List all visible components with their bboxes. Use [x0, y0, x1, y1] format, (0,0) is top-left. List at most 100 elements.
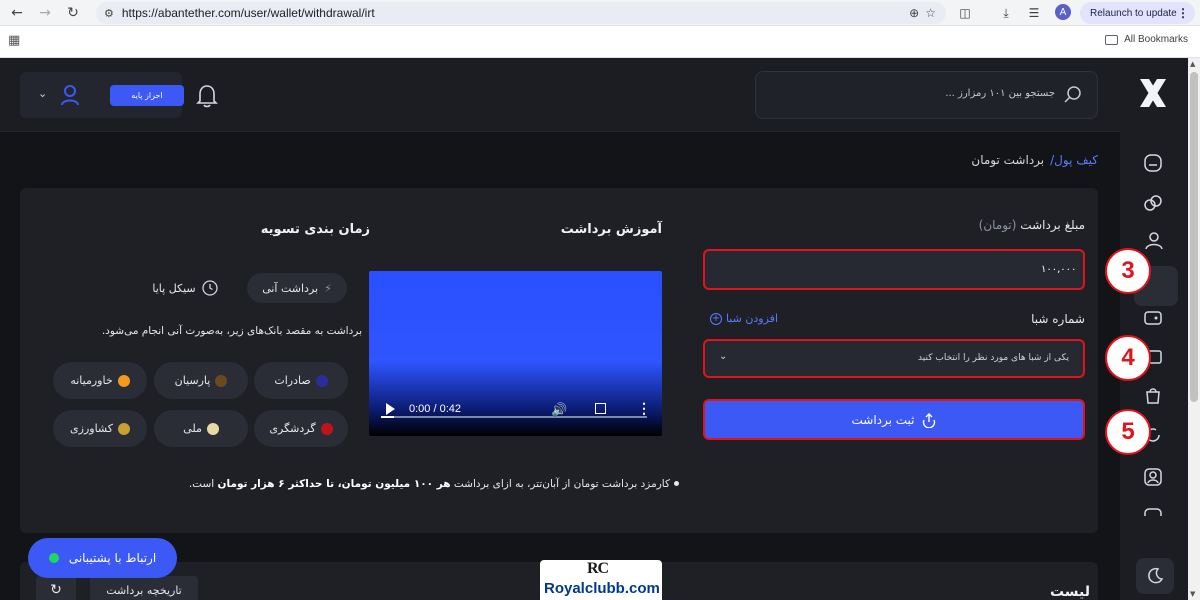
profile-icon[interactable] — [1142, 466, 1166, 490]
amount-unit: (تومان) — [978, 218, 1017, 232]
fullscreen-icon[interactable] — [595, 403, 606, 414]
bank-saderat: صادرات — [254, 362, 348, 399]
schedule-description: برداشت به مقصد بانک‌های زیر، به‌صورت آنی… — [101, 325, 362, 337]
bookmark-star-icon[interactable]: ☆ — [925, 6, 936, 20]
play-icon[interactable] — [386, 403, 395, 415]
add-sheba-link[interactable]: افزودن شبا + — [703, 312, 778, 325]
lightning-icon: ⚡ — [324, 281, 332, 295]
site-settings-icon[interactable]: ⚙ — [104, 7, 114, 20]
relaunch-button[interactable]: Relaunch to update ⋮ — [1080, 2, 1195, 24]
amount-value: ۱۰۰,۰۰۰ — [1041, 264, 1077, 275]
forward-icon[interactable]: → — [34, 2, 56, 24]
search-icon — [1064, 86, 1081, 103]
submit-withdrawal-button[interactable]: ثبت برداشت — [703, 399, 1085, 440]
plus-circle-icon: + — [709, 312, 722, 325]
bullet-icon — [674, 481, 679, 486]
step-marker-5: 5 — [1105, 409, 1151, 455]
exchange-icon[interactable] — [1142, 192, 1166, 216]
search-placeholder: جستجو بین ۱۰۱ رمزارز ... — [945, 88, 1055, 99]
back-icon[interactable]: ← — [6, 2, 28, 24]
download-icon[interactable]: ⤓ — [996, 3, 1016, 23]
bank-logo-icon — [215, 374, 228, 387]
amount-label: مبلغ برداشت (تومان) — [965, 218, 1085, 232]
fee-prefix: کارمزد برداشت تومان از آبان‌تتر، به ازای… — [450, 478, 670, 490]
breadcrumb: کیف پول/ برداشت تومان — [971, 153, 1098, 167]
bank-gardeshgari: گردشگری — [254, 410, 348, 447]
fee-suffix: است. — [188, 478, 218, 490]
search-input[interactable]: جستجو بین ۱۰۱ رمزارز ... — [755, 71, 1098, 119]
user-menu[interactable]: ⌄ احراز پایه — [20, 72, 184, 118]
volume-icon[interactable]: 🔊 — [551, 402, 567, 418]
app-header: ⌄ احراز پایه جستجو بین ۱۰۱ رمزارز ... — [0, 58, 1188, 132]
user-icon — [61, 85, 79, 106]
schedule-title: زمان بندی تسویه — [260, 222, 370, 237]
amount-input[interactable]: ۱۰۰,۰۰۰ — [703, 249, 1085, 290]
scroll-up-icon[interactable]: ▲ — [1190, 60, 1195, 68]
bell-icon[interactable] — [196, 84, 218, 108]
bank-logo-icon — [206, 422, 219, 435]
more-vert-icon[interactable]: ⋮ — [1177, 6, 1189, 20]
profile-avatar[interactable]: A — [1055, 4, 1071, 20]
kyc-button[interactable]: احراز پایه — [110, 85, 184, 106]
online-status-icon — [48, 553, 59, 563]
zoom-icon[interactable]: ⊕ — [909, 6, 919, 20]
reload-icon[interactable]: ↻ — [62, 2, 84, 24]
tutorial-title: آموزش برداشت — [560, 222, 662, 237]
abantether-logo[interactable] — [1136, 76, 1170, 110]
bank-name: کشاورزی — [70, 422, 113, 435]
url-text: https://abantether.com/user/wallet/withd… — [121, 6, 375, 20]
watermark-logo: RC — [587, 560, 609, 577]
relaunch-label: Relaunch to update — [1090, 7, 1177, 19]
watermark-text: Royalclubb.com — [544, 580, 660, 597]
moon-icon — [1148, 567, 1164, 584]
tab-cycle-label: سیکل پایا — [152, 281, 196, 295]
clock-icon — [201, 280, 218, 296]
bank-logo-icon — [117, 422, 130, 435]
all-bookmarks-label: All Bookmarks — [1124, 34, 1188, 45]
wallet-icon[interactable] — [1142, 306, 1166, 330]
bag-icon[interactable] — [1142, 384, 1166, 408]
video-time: 0:00 / 0:42 — [409, 403, 461, 415]
users-icon[interactable] — [1142, 230, 1166, 254]
sheba-placeholder: یکی از شبا های مورد نظر را انتخاب کنید — [918, 353, 1069, 363]
page-scrollbar[interactable]: ▲ ▼ — [1188, 58, 1200, 600]
media-icon[interactable]: ☰ — [1024, 3, 1044, 23]
refresh-button[interactable]: ↻ — [36, 576, 76, 600]
scroll-thumb[interactable] — [1190, 72, 1198, 402]
submit-label: ثبت برداشت — [851, 412, 915, 427]
bookmarks-bar: ▦ All Bookmarks — [0, 26, 1200, 58]
more-vert-icon[interactable]: ⋮ — [637, 400, 651, 417]
chevron-down-icon: ⌄ — [719, 351, 728, 362]
bank-khavarmianeh: خاورمیانه — [53, 362, 147, 399]
settings-icon[interactable] — [1142, 506, 1166, 516]
amount-label-text: مبلغ برداشت — [1020, 218, 1085, 232]
extensions-icon[interactable]: ◫ — [955, 3, 975, 23]
home-icon[interactable] — [1142, 152, 1166, 176]
chevron-down-icon[interactable]: ⌄ — [38, 87, 47, 100]
sheba-select[interactable]: یکی از شبا های مورد نظر را انتخاب کنید ⌄ — [703, 339, 1085, 378]
browser-toolbar: ← → ↻ ⚙ https://abantether.com/user/wall… — [0, 0, 1200, 26]
address-bar[interactable]: ⚙ https://abantether.com/user/wallet/wit… — [96, 2, 946, 24]
theme-toggle[interactable] — [1136, 558, 1174, 594]
upload-icon — [922, 412, 935, 428]
support-button[interactable]: ارتباط با پشتیبانی — [28, 538, 177, 578]
history-button[interactable]: تاریخچه برداشت — [90, 576, 198, 600]
bank-name: خاورمیانه — [70, 374, 113, 387]
apps-grid-icon[interactable]: ▦ — [8, 34, 22, 48]
tutorial-video[interactable]: 0:00 / 0:42 🔊 ⋮ — [369, 271, 662, 436]
tab-instant-label: برداشت آنی — [262, 281, 319, 295]
bank-keshavarzi: کشاورزی — [53, 410, 147, 447]
bank-name: ملی — [183, 422, 202, 435]
fee-note: کارمزد برداشت تومان از آبان‌تتر، به ازای… — [170, 478, 670, 490]
breadcrumb-wallet[interactable]: کیف پول/ — [1050, 153, 1098, 167]
all-bookmarks[interactable]: All Bookmarks — [1105, 34, 1188, 45]
tab-instant[interactable]: ⚡ برداشت آنی — [247, 273, 347, 303]
scroll-down-icon[interactable]: ▼ — [1190, 590, 1195, 598]
bank-name: صادرات — [274, 374, 311, 387]
support-label: ارتباط با پشتیبانی — [68, 551, 157, 565]
royalclubb-watermark: RC Royalclubb.com — [540, 560, 662, 600]
refresh-icon: ↻ — [50, 582, 62, 598]
step-marker-3: 3 — [1105, 248, 1151, 294]
bank-logo-icon — [320, 422, 333, 435]
tab-cycle[interactable]: سیکل پایا — [140, 273, 230, 303]
